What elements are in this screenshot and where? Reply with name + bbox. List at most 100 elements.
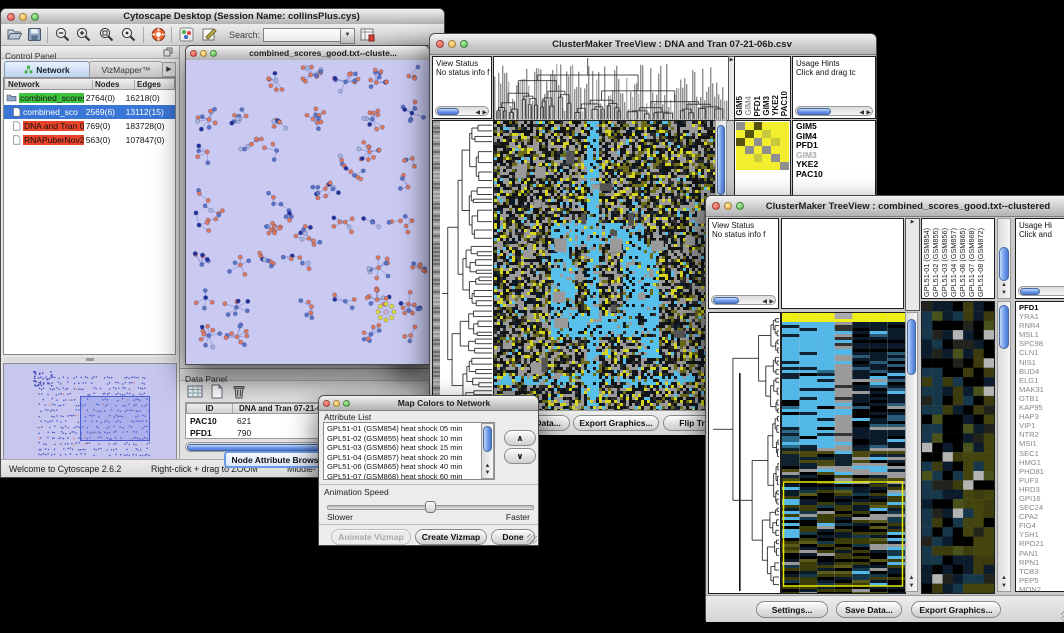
zoom-cell[interactable] [771,162,780,170]
birdseye-view[interactable] [3,363,177,462]
tab-more-button[interactable]: ▶ [162,62,176,77]
slider-thumb[interactable] [425,501,436,513]
close-icon[interactable] [712,202,720,210]
gene-label[interactable]: PAC10 [793,170,875,180]
minimize-icon[interactable] [19,13,27,21]
data-table-icon[interactable] [359,26,376,43]
gene-label[interactable]: ELG1 [1016,376,1064,385]
gene-label[interactable]: HAP3 [1016,412,1064,421]
open-file-icon[interactable] [6,26,23,43]
zoom-cell[interactable] [771,138,780,146]
node-attribute-browser-button[interactable]: Node Attribute Brows [224,451,326,468]
vscrollbar-thumb[interactable] [717,125,725,195]
tv2-column-label[interactable]: GPL51-03 (GSM856) [940,228,949,297]
zoom-icon[interactable] [210,50,217,57]
col-header-network[interactable]: Network [5,80,93,89]
tv1-row-dendrogram[interactable] [432,120,494,411]
attribute-list-item[interactable]: GPL51-07 (GSM868) heat shock 60 min [324,472,480,481]
tv2-status-hscrollbar[interactable]: ◀ ▶ [711,295,776,305]
tv2-row-dendrogram[interactable] [708,312,781,594]
gene-label[interactable]: YSH1 [1016,530,1064,539]
tv1-column-label[interactable]: PAC10 [780,91,789,116]
zoom-cell[interactable] [780,154,789,162]
tv2-zoom-heatmap[interactable] [921,301,995,594]
close-icon[interactable] [7,13,15,21]
settings-button[interactable]: Settings... [756,601,828,618]
close-icon[interactable] [190,50,197,57]
scroll-up-icon[interactable]: ▲ [998,282,1010,289]
animate-vizmap-button[interactable]: Animate Vizmap [331,529,411,545]
zoom-cell[interactable] [762,130,771,138]
zoom-cell[interactable] [736,138,745,146]
export-graphics-button[interactable]: Export Graphics... [573,415,659,431]
gene-label[interactable]: SPC98 [1016,339,1064,348]
zoom-icon[interactable] [736,202,744,210]
gene-label[interactable]: SEC24 [1016,503,1064,512]
zoom-cell[interactable] [745,146,754,154]
scroll-left-icon[interactable]: ◀ [859,109,864,116]
zoom-cell[interactable] [754,162,763,170]
zoom-cell[interactable] [771,130,780,138]
id-column-header[interactable]: ID [187,404,233,413]
zoom-cell[interactable] [762,162,771,170]
treeview2-titlebar[interactable]: ClusterMaker TreeView : combined_scores_… [706,196,1064,217]
tv1-status-hscrollbar[interactable]: ◀ ▶ [435,106,489,116]
scroll-right-icon[interactable]: ▶ [866,109,871,116]
vscrollbar-thumb[interactable] [907,319,916,375]
attribute-list-vscrollbar[interactable]: ▲ ▼ [481,423,494,479]
resize-grip[interactable] [527,534,537,544]
gene-label[interactable]: RNR4 [1016,321,1064,330]
zoom-cell[interactable] [754,146,763,154]
attribute-select-icon[interactable] [187,384,203,399]
zoom-cell[interactable] [754,122,763,130]
gene-label[interactable]: PUF3 [1016,476,1064,485]
zoom-cell[interactable] [762,154,771,162]
close-icon[interactable] [436,40,444,48]
save-icon[interactable] [26,26,43,43]
scroll-up-icon[interactable]: ▲ [998,575,1010,582]
gene-label[interactable]: SEC1 [1016,449,1064,458]
zoom-cell[interactable] [762,146,771,154]
minimize-icon[interactable] [724,202,732,210]
attribute-list-item[interactable]: GPL51-01 (GSM854) heat shock 05 min [324,424,480,434]
zoom-cell[interactable] [780,146,789,154]
annotation-icon[interactable] [201,26,218,43]
create-vizmap-button[interactable]: Create Vizmap [415,529,487,545]
gene-label[interactable]: FIG4 [1016,521,1064,530]
scroll-right-icon[interactable]: ▶ [769,298,774,305]
close-icon[interactable] [323,400,330,407]
zoom-icon[interactable] [460,40,468,48]
gene-label[interactable]: PHO81 [1016,467,1064,476]
gene-label[interactable]: BUD4 [1016,367,1064,376]
tv1-column-dendrogram[interactable] [493,56,729,121]
scroll-down-icon[interactable]: ▼ [906,583,917,590]
tv1-heatmap[interactable] [493,120,716,411]
tv2-zoom-vscrollbar[interactable]: ▲ ▼ [997,301,1011,592]
tv2-column-label[interactable]: GPL51-01 (GSM854) [922,228,931,297]
gene-label[interactable]: VIP1 [1016,421,1064,430]
scroll-down-icon[interactable]: ▼ [998,290,1010,297]
scroll-right-icon[interactable]: ▶ [482,109,487,116]
attribute-list-item[interactable]: GPL51-02 (GSM855) heat shock 10 min [324,434,480,444]
zoom-out-icon[interactable] [54,26,71,43]
gene-label[interactable]: MAK31 [1016,385,1064,394]
tv2-labels-vscrollbar[interactable]: ▲ ▼ [997,218,1011,299]
zoom-cell[interactable] [736,154,745,162]
zoom-cell[interactable] [745,138,754,146]
zoom-cell[interactable] [771,122,780,130]
zoom-cell[interactable] [736,130,745,138]
gene-label[interactable]: PFD1 [1016,303,1064,312]
col-header-edges[interactable]: Edges [135,80,161,89]
gene-label[interactable]: GTB1 [1016,394,1064,403]
network-view-titlebar[interactable]: combined_scores_good.txt--cluste... [186,46,429,61]
gene-label[interactable]: PEP5 [1016,576,1064,585]
treeview1-titlebar[interactable]: ClusterMaker TreeView : DNA and Tran 07-… [430,34,876,55]
tv2-hints-hscrollbar[interactable] [1018,286,1064,296]
tv1-column-label[interactable]: PFD1 [753,96,762,116]
zoom-icon[interactable] [31,13,39,21]
network-table-header[interactable]: Network Nodes Edges [4,78,175,90]
gene-label[interactable]: GPI16 [1016,494,1064,503]
export-graphics-button[interactable]: Export Graphics... [911,601,1001,618]
float-panel-icon[interactable] [163,47,173,57]
zoom-cell[interactable] [745,122,754,130]
